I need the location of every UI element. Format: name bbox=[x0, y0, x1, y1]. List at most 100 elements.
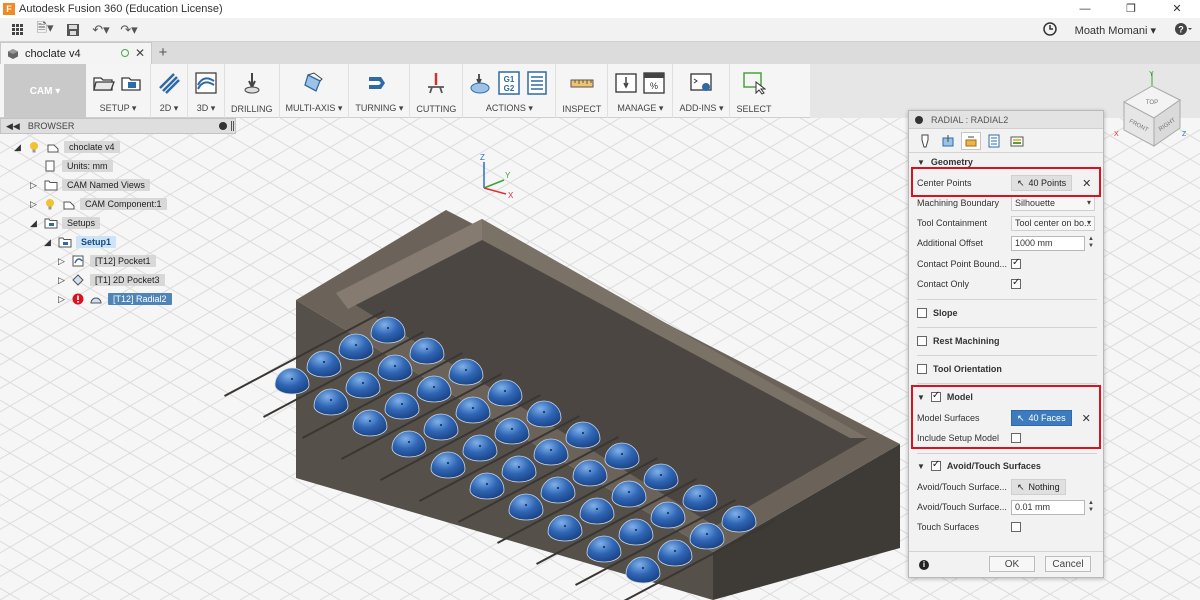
group-label-manage: MANAGE bbox=[617, 103, 657, 113]
avoid-clearance-input[interactable]: 0.01 mm bbox=[1011, 499, 1085, 515]
dome-center-point bbox=[479, 445, 481, 447]
expand-arrow-icon[interactable]: ◢ bbox=[44, 237, 54, 248]
toolbar-group-turning[interactable]: TURNING ▾ bbox=[349, 64, 411, 118]
toolbar-group-select[interactable]: SELECT bbox=[730, 64, 777, 118]
tree-node-component[interactable]: ▷ CAM Component:1 bbox=[30, 196, 167, 212]
offset-spinner[interactable]: ▲ ▼ bbox=[1087, 236, 1095, 251]
machining-boundary-select[interactable]: Silhouette bbox=[1011, 195, 1095, 211]
avoid-touch-section-header[interactable]: ▼Avoid/Touch Surfaces bbox=[917, 459, 1041, 471]
turning-icon bbox=[369, 77, 386, 89]
touch-surfaces-checkbox[interactable] bbox=[1011, 522, 1021, 532]
toolbar-group-manage[interactable]: % MANAGE ▾ bbox=[608, 64, 674, 118]
workspace-switcher[interactable]: CAM ▾ bbox=[4, 64, 86, 118]
help-icon[interactable]: ? bbox=[1174, 22, 1192, 39]
window-title: Autodesk Fusion 360 (Education License) bbox=[19, 3, 223, 15]
toolbar-group-setup[interactable]: SETUP ▾ bbox=[86, 64, 151, 118]
redo-icon[interactable]: ↷▾ bbox=[118, 19, 140, 41]
close-tab-icon[interactable]: ✕ bbox=[135, 46, 145, 60]
tab-linking[interactable] bbox=[1007, 132, 1027, 150]
lightbulb-icon[interactable] bbox=[44, 198, 58, 210]
sync-status-icon bbox=[121, 49, 129, 57]
dialog-footer: i OK Cancel bbox=[909, 551, 1103, 577]
tree-node-document[interactable]: ◢ choclate v4 bbox=[14, 139, 120, 155]
user-account-menu[interactable]: Moath Momani ▾ bbox=[1075, 24, 1156, 37]
browser-pin-icon[interactable] bbox=[231, 121, 234, 131]
maximize-button[interactable]: ❐ bbox=[1108, 0, 1154, 18]
dialog-options-icon[interactable] bbox=[915, 115, 923, 124]
avoid-surfaces-value: Nothing bbox=[1028, 482, 1060, 492]
tab-heights[interactable] bbox=[961, 131, 981, 150]
browser-options-icon[interactable] bbox=[219, 122, 227, 130]
tab-geometry[interactable] bbox=[938, 132, 958, 150]
contact-only-checkbox[interactable] bbox=[1011, 277, 1021, 289]
expand-arrow-icon[interactable]: ▷ bbox=[58, 294, 68, 305]
toolbar-group-drilling[interactable]: DRILLING bbox=[225, 64, 280, 118]
slope-section-header[interactable]: Slope bbox=[917, 308, 958, 318]
file-menu-icon[interactable]: 🗎▾ bbox=[34, 19, 56, 41]
expand-arrow-icon[interactable]: ◢ bbox=[30, 218, 40, 229]
units-doc-icon bbox=[44, 160, 58, 172]
dome-center-point bbox=[738, 516, 740, 518]
tool-containment-select[interactable]: Tool center on bo... bbox=[1011, 215, 1095, 231]
browser-header[interactable]: ◀◀ BROWSER bbox=[0, 118, 236, 134]
tab-tool[interactable] bbox=[915, 132, 935, 150]
tree-node-pocket1[interactable]: ▷ [T12] Pocket1 bbox=[58, 253, 156, 269]
geometry-section-header[interactable]: ▼ Geometry bbox=[917, 157, 973, 167]
2d-pocket-icon bbox=[72, 274, 86, 286]
tool-orientation-section-header[interactable]: Tool Orientation bbox=[917, 364, 1002, 374]
undo-icon[interactable]: ↶▾ bbox=[90, 19, 112, 41]
dialog-header[interactable]: RADIAL : RADIAL2 bbox=[909, 111, 1103, 129]
avoid-touch-checkbox[interactable] bbox=[930, 459, 941, 471]
data-panel-grid-icon[interactable] bbox=[6, 19, 28, 41]
tab-passes[interactable] bbox=[984, 132, 1004, 150]
setup-sheet-icon bbox=[527, 71, 548, 95]
tool-orientation-label: Tool Orientation bbox=[933, 364, 1002, 374]
expand-arrow-icon[interactable]: ◢ bbox=[14, 142, 24, 153]
rest-machining-checkbox[interactable] bbox=[917, 336, 927, 346]
toolbar-group-addins[interactable]: ADD-INS ▾ bbox=[673, 64, 731, 118]
info-icon[interactable]: i bbox=[919, 559, 929, 570]
toolbar-group-3d[interactable]: 3D ▾ bbox=[188, 64, 225, 118]
view-cube[interactable]: Y TOP FRONT RIGHT X Z bbox=[1110, 64, 1200, 154]
cursor-arrow-icon: ↖ bbox=[1017, 481, 1025, 492]
additional-offset-input[interactable]: 1000 mm bbox=[1011, 235, 1085, 251]
new-tab-button[interactable]: + bbox=[152, 42, 174, 64]
slope-checkbox[interactable] bbox=[917, 308, 927, 318]
contact-boundary-checkbox[interactable] bbox=[1011, 257, 1021, 269]
radial-operation-dialog: RADIAL : RADIAL2 ▼ Geometry Center Points… bbox=[908, 110, 1104, 578]
open-folder-icon bbox=[93, 77, 115, 91]
tree-node-named-views[interactable]: ▷ CAM Named Views bbox=[30, 177, 150, 193]
collapse-browser-icon[interactable]: ◀◀ bbox=[6, 121, 20, 132]
section-divider bbox=[917, 327, 1097, 328]
close-button[interactable]: ✕ bbox=[1154, 0, 1200, 18]
tree-node-radial2[interactable]: ▷ [T12] Radial2 bbox=[58, 291, 172, 307]
job-status-clock-icon[interactable] bbox=[1042, 21, 1057, 39]
expand-arrow-icon[interactable]: ▷ bbox=[58, 275, 68, 286]
toolbar-group-inspect[interactable]: INSPECT bbox=[556, 64, 609, 118]
tree-node-units[interactable]: Units: mm bbox=[30, 158, 113, 174]
lightbulb-icon[interactable] bbox=[28, 141, 42, 153]
cancel-button[interactable]: Cancel bbox=[1045, 556, 1091, 572]
toolbar-group-actions[interactable]: G1 G2 ACTIONS ▾ bbox=[463, 64, 557, 118]
toolbar-group-cutting[interactable]: CUTTING bbox=[410, 64, 464, 118]
ok-button[interactable]: OK bbox=[989, 556, 1035, 572]
rest-machining-section-header[interactable]: Rest Machining bbox=[917, 336, 1000, 346]
toolbar-group-2d[interactable]: 2D ▾ bbox=[151, 64, 188, 118]
expand-arrow-icon[interactable]: ▷ bbox=[30, 199, 40, 210]
minimize-button[interactable]: — bbox=[1062, 0, 1108, 18]
tool-orientation-checkbox[interactable] bbox=[917, 364, 927, 374]
tree-node-pocket3[interactable]: ▷ [T1] 2D Pocket3 bbox=[58, 272, 165, 288]
document-tab[interactable]: choclate v4 ✕ bbox=[0, 42, 152, 64]
dome-center-point bbox=[511, 428, 513, 430]
highlight-model-section bbox=[911, 385, 1101, 449]
group-label-drilling: DRILLING bbox=[231, 104, 273, 114]
tree-node-setups[interactable]: ◢ Setups bbox=[30, 215, 101, 231]
clearance-spinner[interactable]: ▲ ▼ bbox=[1087, 500, 1095, 515]
avoid-surfaces-selector[interactable]: ↖ Nothing bbox=[1011, 479, 1066, 495]
expand-arrow-icon[interactable]: ▷ bbox=[30, 180, 40, 191]
save-icon[interactable] bbox=[62, 19, 84, 41]
expand-arrow-icon[interactable]: ▷ bbox=[58, 256, 68, 267]
tree-node-setup1[interactable]: ◢ Setup1 bbox=[44, 234, 117, 250]
group-label-actions: ACTIONS bbox=[485, 103, 526, 113]
toolbar-group-multiaxis[interactable]: MULTI-AXIS ▾ bbox=[280, 64, 350, 118]
